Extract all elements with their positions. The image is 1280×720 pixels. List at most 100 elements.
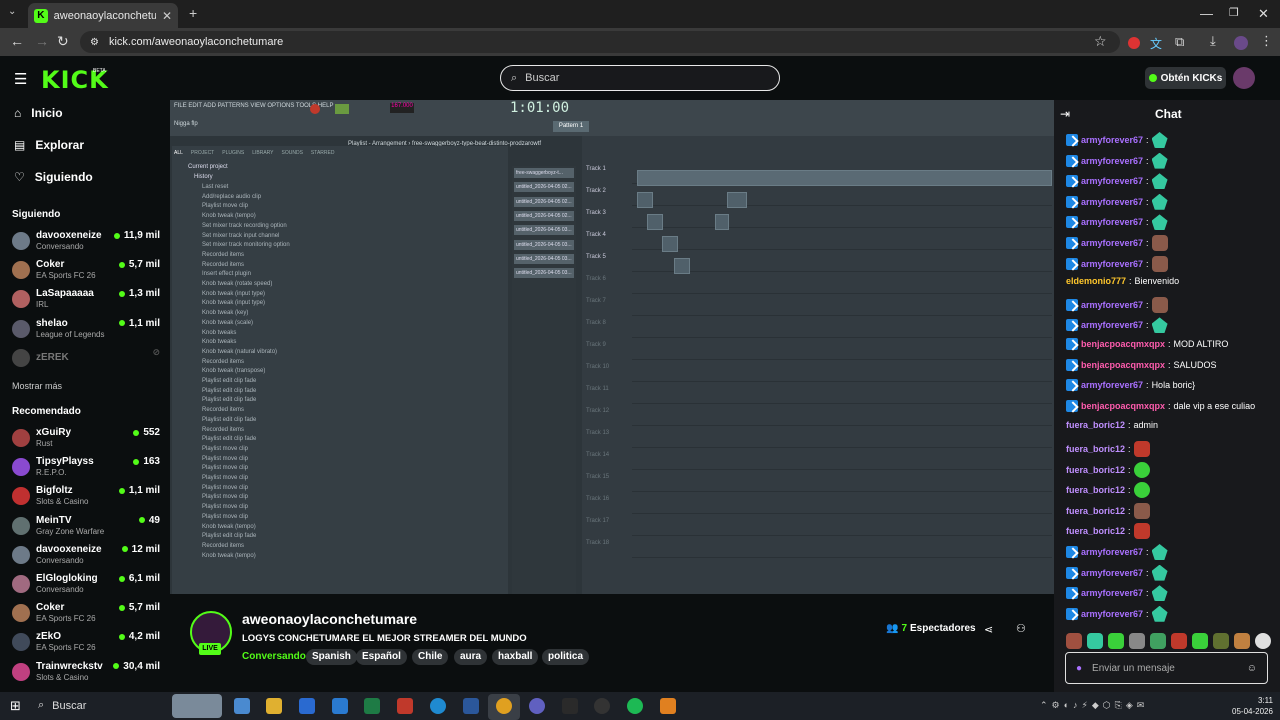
back-icon[interactable]: ← (10, 33, 24, 49)
channel-item[interactable]: Coker EA Sports FC 26 5,7 mil (12, 600, 160, 626)
menu-kebab-icon[interactable]: ⋮ (1260, 33, 1273, 49)
profile-icon[interactable] (1234, 36, 1248, 50)
chat-username[interactable]: fuera_boric12 (1066, 526, 1125, 536)
channel-item[interactable]: zEkO EA Sports FC 26 4,2 mil (12, 629, 160, 655)
store-icon[interactable] (299, 698, 315, 714)
share-icon[interactable]: ⋖ (984, 623, 993, 636)
site-info-icon[interactable]: ⚙ (90, 37, 99, 48)
stream-tag[interactable]: Chile (412, 649, 449, 665)
bookmark-star-icon[interactable]: ☆ (1094, 33, 1107, 50)
chat-username[interactable]: armyforever67 (1081, 320, 1143, 330)
copilot-icon[interactable] (234, 698, 250, 714)
word-icon[interactable] (463, 698, 479, 714)
hamburger-menu-icon[interactable]: ☰ (14, 70, 27, 88)
extension-icon[interactable] (1128, 37, 1140, 49)
close-window-icon[interactable]: ✕ (1258, 6, 1269, 22)
stream-tag[interactable]: Español (356, 649, 407, 665)
tab-list-icon[interactable]: ⌄ (8, 6, 16, 17)
taskbar-clock[interactable]: 3:11 05-04-2026 (1232, 695, 1273, 717)
download-icon[interactable]: ⤓ (1210, 33, 1216, 49)
chat-username[interactable]: armyforever67 (1081, 217, 1143, 227)
obs-icon[interactable] (594, 698, 610, 714)
emote-icon[interactable] (1150, 633, 1166, 649)
chat-username[interactable]: armyforever67 (1081, 588, 1143, 598)
emote-icon[interactable] (1108, 633, 1124, 649)
edge-icon[interactable] (430, 698, 446, 714)
streamer-name[interactable]: aweonaoylaconchetumare (242, 611, 417, 627)
emoji-picker-icon[interactable]: ☺ (1247, 663, 1257, 674)
forward-icon[interactable]: → (35, 33, 49, 49)
channel-item[interactable]: LaSapaaaaa IRL 1,3 mil (12, 286, 160, 312)
chat-username[interactable]: armyforever67 (1081, 568, 1143, 578)
taskbar-search[interactable]: ⌕ Buscar (38, 699, 86, 712)
collapse-chat-icon[interactable]: ⇥ (1060, 107, 1070, 121)
chat-username[interactable]: armyforever67 (1081, 238, 1143, 248)
terminal-icon[interactable] (562, 698, 578, 714)
reload-icon[interactable]: ↻ (57, 33, 69, 50)
channel-item[interactable]: Bigfoltz Slots & Casino 1,1 mil (12, 483, 160, 509)
microphone-icon[interactable]: ● (1076, 663, 1082, 674)
chat-username[interactable]: armyforever67 (1081, 259, 1143, 269)
stream-tag[interactable]: haxball (492, 649, 539, 665)
chat-username[interactable]: benjacpoacqmxqpx (1081, 339, 1165, 349)
excel-icon[interactable] (364, 698, 380, 714)
chat-username[interactable]: armyforever67 (1081, 300, 1143, 310)
browser-tab[interactable]: K aweonaoylaconchetumare Stre ✕ (28, 3, 178, 28)
channel-item[interactable]: xGuiRy Rust 552 (12, 425, 160, 451)
spotify-icon[interactable] (627, 698, 643, 714)
emote-icon[interactable] (1129, 633, 1145, 649)
emote-icon[interactable] (1192, 633, 1208, 649)
nav-siguiendo[interactable]: ♡ Siguiendo (14, 170, 93, 184)
channel-item[interactable]: MeinTV Gray Zone Warfare 49 (12, 513, 160, 539)
stream-tag[interactable]: politica (542, 649, 590, 665)
stream-category[interactable]: Conversando (242, 651, 306, 662)
channel-item[interactable]: TipsyPlayss R.E.P.O. 163 (12, 454, 160, 480)
chat-username[interactable]: fuera_boric12 (1066, 465, 1125, 475)
fl-studio-icon[interactable] (660, 698, 676, 714)
chat-username[interactable]: armyforever67 (1081, 156, 1143, 166)
translate-icon[interactable]: 文 (1150, 35, 1162, 52)
extensions-puzzle-icon[interactable]: ⧉ (1175, 34, 1184, 50)
emote-icon[interactable] (1171, 633, 1187, 649)
chat-username[interactable]: armyforever67 (1081, 135, 1143, 145)
channel-item[interactable]: ElGlogloking Conversando 6,1 mil (12, 571, 160, 597)
mail-icon[interactable] (332, 698, 348, 714)
chat-username[interactable]: armyforever67 (1081, 197, 1143, 207)
emote-icon[interactable] (1255, 633, 1271, 649)
stream-tag[interactable]: aura (454, 649, 488, 665)
emote-icon[interactable] (1213, 633, 1229, 649)
follow-user-icon[interactable]: ⚇ (1016, 622, 1026, 635)
chat-username[interactable]: fuera_boric12 (1066, 420, 1125, 430)
chat-username[interactable]: fuera_boric12 (1066, 506, 1125, 516)
restore-icon[interactable]: ❐ (1229, 6, 1239, 19)
chat-input[interactable]: ● Enviar un mensaje ☺ (1065, 652, 1268, 684)
url-field[interactable]: ⚙ kick.com/aweonaoylaconchetumare (80, 31, 1120, 53)
channel-item[interactable]: Coker EA Sports FC 26 5,7 mil (12, 257, 160, 283)
new-tab-icon[interactable]: + (189, 5, 197, 21)
system-tray-icons[interactable]: ⌃⚙◐♪⚡◆⬡⎘◈✉ (1040, 700, 1148, 711)
chat-username[interactable]: armyforever67 (1081, 380, 1143, 390)
chat-username[interactable]: armyforever67 (1081, 547, 1143, 557)
chat-username[interactable]: fuera_boric12 (1066, 485, 1125, 495)
show-more-link[interactable]: Mostrar más (12, 381, 62, 391)
get-kicks-button[interactable]: Obtén KICKs (1145, 67, 1226, 89)
channel-item[interactable]: davooxeneize Conversando 12 mil (12, 542, 160, 568)
weather-widget[interactable] (172, 694, 222, 718)
nav-explorar[interactable]: ▤ Explorar (14, 138, 84, 152)
nav-inicio[interactable]: ⌂ Inicio (14, 106, 63, 120)
chat-username[interactable]: benjacpoacqmxqpx (1081, 360, 1165, 370)
emote-icon[interactable] (1087, 633, 1103, 649)
chat-username[interactable]: armyforever67 (1081, 609, 1143, 619)
emote-icon[interactable] (1234, 633, 1250, 649)
file-explorer-icon[interactable] (266, 698, 282, 714)
stream-tag[interactable]: Spanish (306, 649, 357, 665)
chat-username[interactable]: eldemonio777 (1066, 276, 1126, 286)
emote-icon[interactable] (1066, 633, 1082, 649)
powerpoint-icon[interactable] (397, 698, 413, 714)
chat-username[interactable]: armyforever67 (1081, 176, 1143, 186)
minimize-icon[interactable]: — (1200, 6, 1213, 21)
chat-username[interactable]: benjacpoacqmxqpx (1081, 401, 1165, 411)
discord-icon[interactable] (529, 698, 545, 714)
channel-item[interactable]: zEREK ⊘ (12, 345, 160, 371)
channel-item[interactable]: shelao League of Legends 1,1 mil (12, 316, 160, 342)
